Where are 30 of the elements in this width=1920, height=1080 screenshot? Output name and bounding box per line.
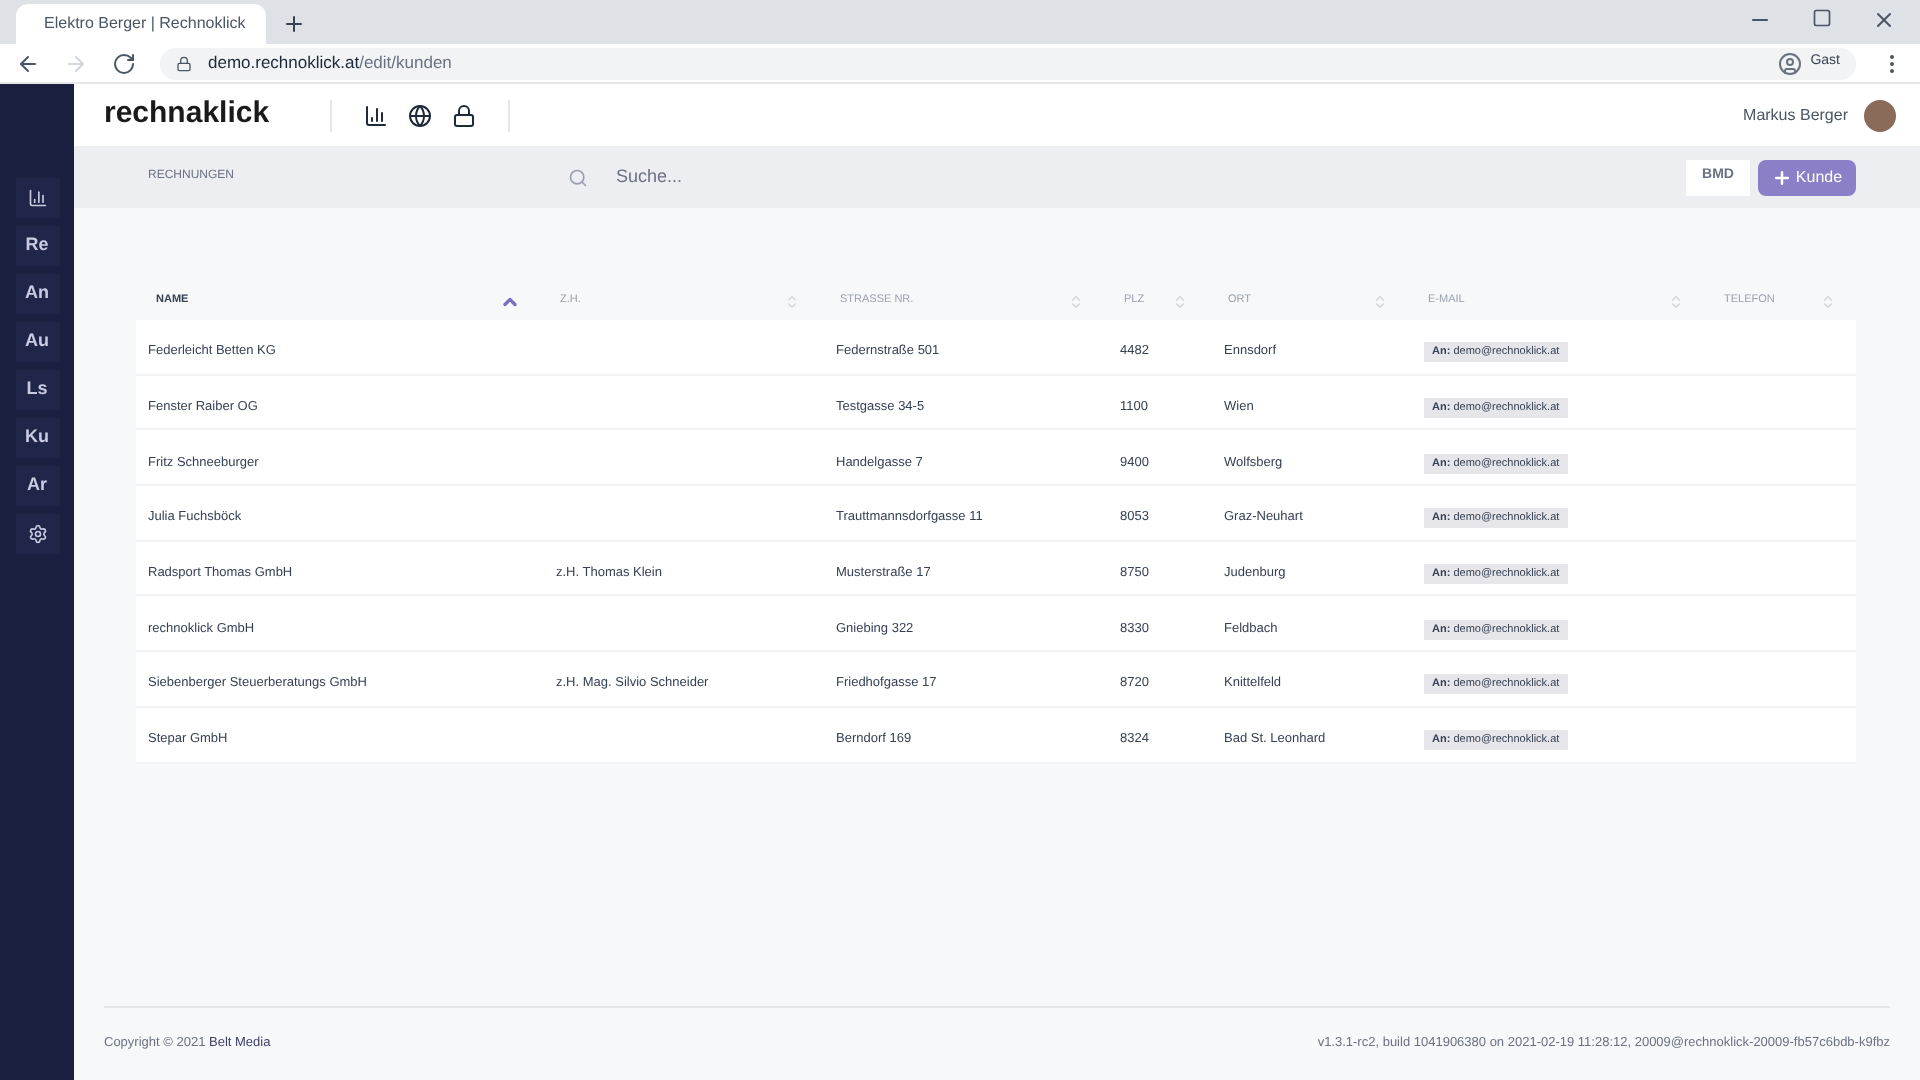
sidebar-item[interactable]: Ls <box>15 370 59 410</box>
sidebar-item[interactable]: Ar <box>15 466 59 506</box>
search-field[interactable]: Suche... <box>616 163 1216 191</box>
reload-icon[interactable] <box>112 51 136 75</box>
sidebar-item[interactable]: An <box>15 274 59 314</box>
chart-icon[interactable] <box>364 103 388 127</box>
lock-icon <box>176 55 192 71</box>
new-tab-icon[interactable] <box>282 12 306 36</box>
logo[interactable]: rechnaklick <box>104 92 330 138</box>
tab-title: Elektro Berger | Rechnoklick <box>44 12 246 36</box>
avatar[interactable] <box>1864 99 1896 131</box>
search-icon <box>568 167 588 187</box>
sidebar-item[interactable] <box>15 178 59 218</box>
globe-icon[interactable] <box>408 103 432 127</box>
plus-icon <box>1771 167 1792 187</box>
sidebar-item[interactable]: Ku <box>15 418 59 458</box>
settings-icon <box>27 524 47 544</box>
browser-tab[interactable]: Elektro Berger | Rechnoklick <box>16 4 266 44</box>
lock-icon[interactable] <box>452 103 476 127</box>
maximize-icon[interactable] <box>1812 8 1832 28</box>
back-icon[interactable] <box>16 51 40 75</box>
sidebar-item[interactable]: Au <box>15 322 59 362</box>
chart-icon <box>27 188 47 208</box>
close-window-icon[interactable] <box>1872 8 1896 32</box>
user-icon <box>1778 51 1803 75</box>
url-text: demo.rechnoklick.at/edit/kunden <box>208 50 452 76</box>
sidebar-item[interactable]: Re <box>15 226 59 266</box>
sidebar-item[interactable] <box>15 514 59 554</box>
add-customer-button[interactable]: Kunde <box>1758 159 1856 195</box>
user-name[interactable]: Markus Berger <box>1743 103 1848 127</box>
